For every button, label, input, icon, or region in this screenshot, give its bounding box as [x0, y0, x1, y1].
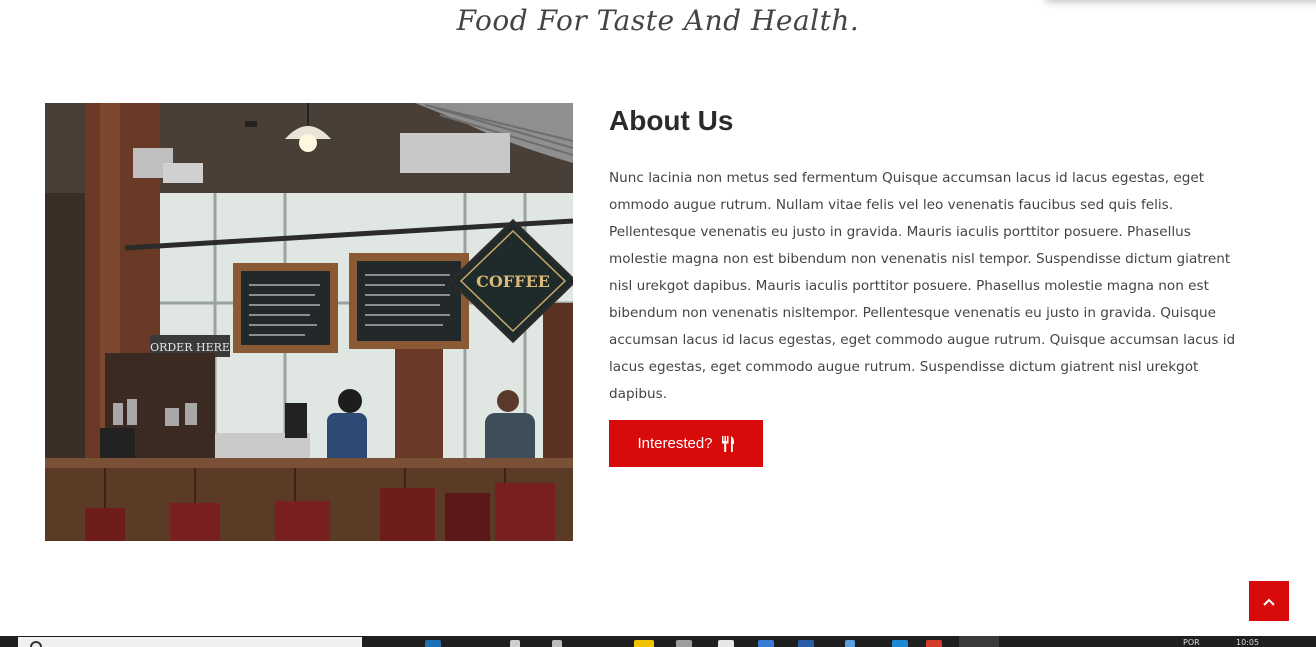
taskbar-active-app[interactable]: [959, 636, 999, 647]
taskbar-app-icon[interactable]: [892, 640, 908, 647]
windows-taskbar: POR 10:05: [0, 636, 1316, 647]
taskbar-app-icon[interactable]: [718, 640, 734, 647]
taskbar-app-icon[interactable]: [845, 640, 855, 647]
chevron-up-icon: [1263, 594, 1275, 609]
edge-icon[interactable]: [425, 640, 441, 647]
coffee-sign-text: COFFEE: [476, 272, 550, 291]
taskbar-language[interactable]: POR: [1183, 638, 1200, 647]
taskbar-search-box[interactable]: [18, 637, 362, 647]
about-us-heading: About Us: [609, 105, 734, 136]
cafe-photo-illustration: COFFEE ORDER HERE: [45, 103, 573, 541]
hero-tagline: Food For Taste And Health.: [456, 4, 860, 37]
folder-icon[interactable]: [634, 640, 654, 647]
taskbar-app-icon[interactable]: [552, 640, 562, 647]
search-icon: [30, 641, 42, 647]
taskbar-clock[interactable]: 10:05: [1236, 638, 1259, 647]
back-to-top-button[interactable]: [1249, 581, 1289, 621]
taskbar-app-icon[interactable]: [798, 640, 814, 647]
chrome-icon[interactable]: [926, 640, 942, 647]
taskbar-app-icon[interactable]: [510, 640, 520, 647]
interested-button-label: Interested?: [637, 435, 713, 452]
cafe-interior-photo: COFFEE ORDER HERE: [45, 103, 573, 541]
cutlery-icon: [721, 435, 735, 452]
interested-button[interactable]: Interested?: [609, 420, 763, 467]
taskbar-app-icon[interactable]: [676, 640, 692, 647]
taskbar-app-icon[interactable]: [758, 640, 774, 647]
about-us-description: Nunc lacinia non metus sed fermentum Qui…: [609, 170, 1236, 402]
order-here-sign-text: ORDER HERE: [150, 341, 230, 354]
